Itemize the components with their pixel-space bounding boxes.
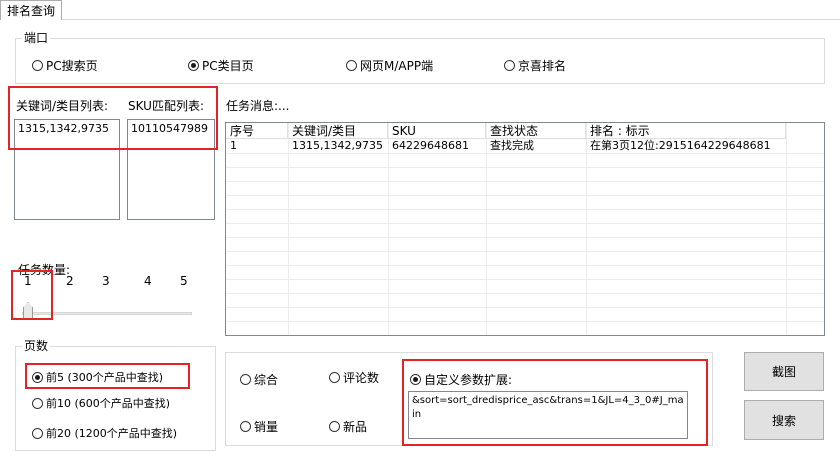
tab-ranking-query[interactable]: 排名查询: [0, 0, 62, 20]
list-item[interactable]: 1315,1342,9735: [18, 122, 116, 135]
port-option-jingxi[interactable]: 京喜排名: [504, 57, 566, 74]
screenshot-button[interactable]: 截图: [744, 352, 824, 391]
results-table[interactable]: 序号 关键词/类目 SKU 查找状态 排名 : 标示 1 1315,1342,9…: [225, 122, 825, 336]
radio-icon: [32, 60, 43, 71]
sort-option-label: 评论数: [343, 371, 380, 385]
pages-option-label: 前10 (600个产品中查找): [46, 397, 171, 410]
sort-option-label: 新品: [343, 420, 368, 434]
pages-option-label: 前20 (1200个产品中查找): [46, 427, 178, 440]
sort-option-custom[interactable]: 自定义参数扩展:: [410, 371, 512, 388]
sort-option-label: 综合: [254, 373, 279, 387]
column-header-rank[interactable]: 排名 : 标示: [586, 123, 786, 139]
pages-option-top10[interactable]: 前10 (600个产品中查找): [32, 395, 170, 411]
column-header-keyword[interactable]: 关键词/类目: [288, 123, 388, 139]
port-option-label: PC搜索页: [46, 59, 98, 73]
pages-option-top20[interactable]: 前20 (1200个产品中查找): [32, 425, 177, 441]
sku-list[interactable]: 10110547989: [127, 119, 215, 220]
pages-group-legend: 页数: [22, 339, 51, 353]
port-option-label: 京喜排名: [518, 59, 567, 73]
sort-option-sales[interactable]: 销量: [240, 418, 278, 435]
table-cell-keyword: 1315,1342,9735: [292, 139, 383, 152]
sku-list-label: SKU匹配列表:: [128, 99, 204, 113]
table-cell-sku: 64229648681: [392, 139, 469, 152]
sort-option-overall[interactable]: 综合: [240, 371, 278, 388]
task-count-slider[interactable]: [22, 302, 192, 320]
slider-tick-label: 3: [102, 274, 110, 288]
pages-option-label: 前5 (300个产品中查找): [46, 371, 164, 384]
port-option-pc-search[interactable]: PC搜索页: [32, 57, 98, 74]
radio-icon: [32, 397, 43, 409]
table-cell-index: 1: [230, 139, 237, 152]
radio-icon: [346, 60, 357, 71]
slider-tick-label: 2: [66, 274, 74, 288]
column-header-status[interactable]: 查找状态: [486, 123, 586, 139]
slider-tick-label: 1: [24, 274, 32, 288]
custom-params-input[interactable]: &sort=sort_dredisprice_asc&trans=1&JL=4_…: [408, 391, 688, 439]
port-group-legend: 端口: [22, 31, 51, 45]
sort-option-reviews[interactable]: 评论数: [329, 369, 379, 386]
sort-option-label: 自定义参数扩展:: [424, 373, 513, 387]
column-header-sku[interactable]: SKU: [388, 123, 486, 139]
radio-icon: [240, 421, 251, 432]
port-option-mobile-app[interactable]: 网页M/APP端: [346, 57, 433, 74]
sort-option-new[interactable]: 新品: [329, 418, 367, 435]
keyword-list[interactable]: 1315,1342,9735: [14, 119, 120, 220]
radio-selected-icon: [32, 371, 43, 383]
slider-tick-label: 5: [180, 274, 188, 288]
radio-selected-icon: [410, 374, 421, 385]
port-option-label: 网页M/APP端: [360, 59, 434, 73]
radio-icon: [329, 372, 340, 383]
pages-option-top5[interactable]: 前5 (300个产品中查找): [32, 369, 163, 385]
radio-icon: [32, 427, 43, 439]
radio-icon: [329, 421, 340, 432]
keyword-list-label: 关键词/类目列表:: [16, 99, 109, 113]
port-option-label: PC类目页: [202, 59, 254, 73]
task-message-label: 任务消息:...: [226, 99, 290, 113]
sort-option-label: 销量: [254, 420, 279, 434]
table-cell-rank: 在第3页12位:2915164229648681: [590, 139, 771, 152]
slider-track: [22, 312, 192, 315]
table-cell-status: 查找完成: [490, 139, 534, 152]
search-button[interactable]: 搜索: [744, 400, 824, 440]
list-item[interactable]: 10110547989: [131, 122, 211, 135]
radio-icon: [504, 60, 515, 71]
port-option-pc-category[interactable]: PC类目页: [188, 57, 254, 74]
column-header-index[interactable]: 序号: [226, 123, 288, 139]
slider-tick-label: 4: [144, 274, 152, 288]
tab-divider: [62, 19, 840, 20]
radio-icon: [240, 374, 251, 385]
radio-selected-icon: [188, 60, 199, 71]
slider-thumb[interactable]: [23, 302, 33, 320]
